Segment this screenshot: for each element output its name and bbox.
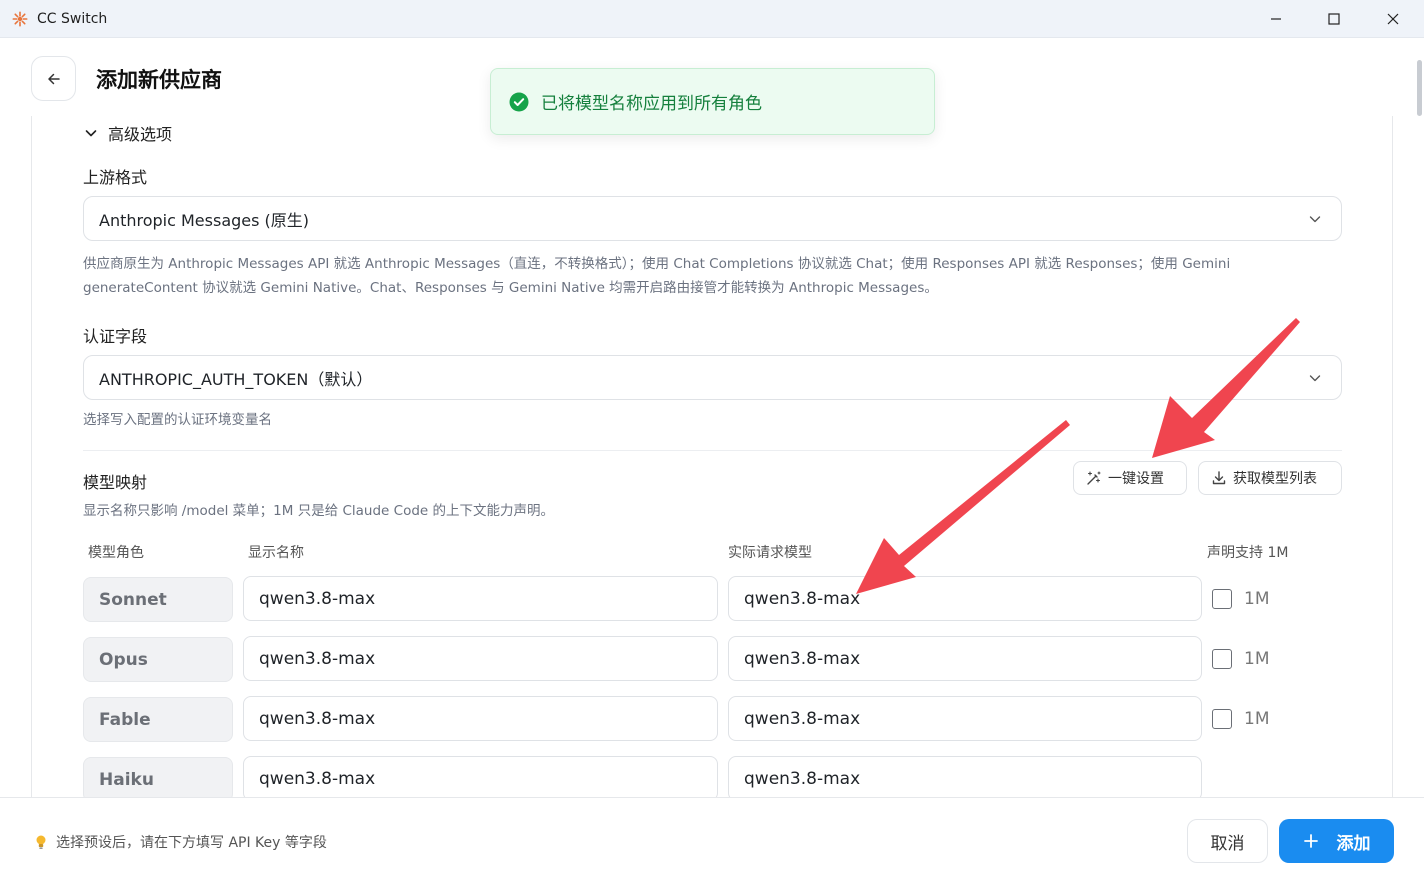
lightbulb-icon bbox=[36, 835, 46, 849]
chevron-down-icon bbox=[1309, 375, 1321, 382]
advanced-options-label: 高级选项 bbox=[108, 125, 173, 144]
auth-field-select[interactable]: ANTHROPIC_AUTH_TOKEN（默认） bbox=[83, 355, 1342, 400]
auth-field-hint: 选择写入配置的认证环境变量名 bbox=[83, 412, 272, 428]
model-mapping-hint: 显示名称只影响 /model 菜单；1M 只是给 Claude Code 的上下… bbox=[83, 503, 555, 519]
check-circle-icon bbox=[509, 92, 529, 111]
download-icon bbox=[1212, 471, 1226, 485]
advanced-options-toggle[interactable]: 高级选项 bbox=[84, 121, 172, 145]
actual-model-input[interactable]: qwen3.8-max bbox=[728, 756, 1202, 801]
display-name-input[interactable]: qwen3.8-max bbox=[243, 576, 718, 621]
title-bar: CC Switch bbox=[0, 0, 1424, 38]
minimize-icon bbox=[1271, 18, 1281, 20]
model-role-cell: Opus bbox=[83, 637, 233, 682]
display-name-input[interactable]: qwen3.8-max bbox=[243, 696, 718, 741]
model-mapping-title: 模型映射 bbox=[83, 473, 148, 492]
footer-hint: 选择预设后，请在下方填写 API Key 等字段 bbox=[34, 832, 327, 852]
support-1m-toggle[interactable]: 1M bbox=[1212, 649, 1269, 669]
checkbox[interactable] bbox=[1212, 709, 1232, 729]
window-title: CC Switch bbox=[37, 11, 108, 27]
footer-hint-text: 选择预设后，请在下方填写 API Key 等字段 bbox=[56, 835, 327, 851]
column-header-actual: 实际请求模型 bbox=[728, 545, 812, 561]
model-role-cell: Sonnet bbox=[83, 577, 233, 622]
close-window-button[interactable] bbox=[1364, 0, 1422, 38]
support-1m-toggle[interactable]: 1M bbox=[1212, 709, 1269, 729]
page-title: 添加新供应商 bbox=[96, 68, 222, 92]
upstream-format-hint-line: 供应商原生为 Anthropic Messages API 就选 Anthrop… bbox=[83, 256, 1231, 272]
chevron-down-icon bbox=[1309, 216, 1321, 223]
quick-setup-button[interactable]: 一键设置 bbox=[1073, 461, 1187, 495]
success-toast: 已将模型名称应用到所有角色 bbox=[490, 68, 935, 135]
checkbox[interactable] bbox=[1212, 589, 1232, 609]
close-icon bbox=[1387, 13, 1399, 25]
back-button[interactable] bbox=[31, 56, 76, 101]
upstream-format-value: Anthropic Messages (原生) bbox=[99, 210, 310, 230]
auth-field-value: ANTHROPIC_AUTH_TOKEN（默认） bbox=[99, 369, 373, 389]
plus-icon bbox=[1303, 834, 1318, 848]
column-header-support-1m: 声明支持 1M bbox=[1207, 545, 1289, 561]
auth-field-label: 认证字段 bbox=[83, 327, 148, 346]
support-1m-toggle[interactable]: 1M bbox=[1212, 589, 1269, 609]
display-name-input[interactable]: qwen3.8-max bbox=[243, 756, 718, 801]
actual-model-input[interactable]: qwen3.8-max bbox=[728, 636, 1202, 681]
scrollbar[interactable] bbox=[1417, 60, 1422, 116]
maximize-icon bbox=[1328, 13, 1340, 25]
maximize-button[interactable] bbox=[1305, 0, 1363, 38]
upstream-format-hint-line: generateContent 协议就选 Gemini Native。Chat、… bbox=[83, 280, 938, 296]
toast-message: 已将模型名称应用到所有角色 bbox=[541, 94, 762, 114]
fetch-models-button[interactable]: 获取模型列表 bbox=[1198, 461, 1342, 495]
column-header-display: 显示名称 bbox=[248, 545, 304, 561]
minimize-button[interactable] bbox=[1247, 0, 1305, 38]
actual-model-input[interactable]: qwen3.8-max bbox=[728, 696, 1202, 741]
app-logo-icon bbox=[12, 11, 28, 27]
checkbox-label: 1M bbox=[1244, 589, 1270, 609]
upstream-format-select[interactable]: Anthropic Messages (原生) bbox=[83, 196, 1342, 241]
add-button[interactable]: 添加 bbox=[1279, 819, 1394, 863]
model-role-cell: Fable bbox=[83, 697, 233, 742]
model-role-cell: Haiku bbox=[83, 757, 233, 802]
actual-model-input[interactable]: qwen3.8-max bbox=[728, 576, 1202, 621]
chevron-down-icon bbox=[85, 130, 97, 137]
checkbox-label: 1M bbox=[1244, 649, 1270, 669]
add-button-label: 添加 bbox=[1336, 833, 1371, 854]
upstream-format-hint: 供应商原生为 Anthropic Messages API 就选 Anthrop… bbox=[83, 252, 1230, 300]
magic-wand-icon bbox=[1087, 471, 1101, 485]
fetch-models-label: 获取模型列表 bbox=[1233, 471, 1317, 487]
arrow-left-icon bbox=[47, 73, 60, 84]
checkbox-label: 1M bbox=[1244, 709, 1270, 729]
section-divider bbox=[83, 450, 1342, 451]
quick-setup-label: 一键设置 bbox=[1108, 471, 1164, 487]
checkbox[interactable] bbox=[1212, 649, 1232, 669]
upstream-format-label: 上游格式 bbox=[83, 168, 148, 187]
cancel-button[interactable]: 取消 bbox=[1187, 819, 1268, 863]
column-header-role: 模型角色 bbox=[88, 545, 144, 561]
display-name-input[interactable]: qwen3.8-max bbox=[243, 636, 718, 681]
